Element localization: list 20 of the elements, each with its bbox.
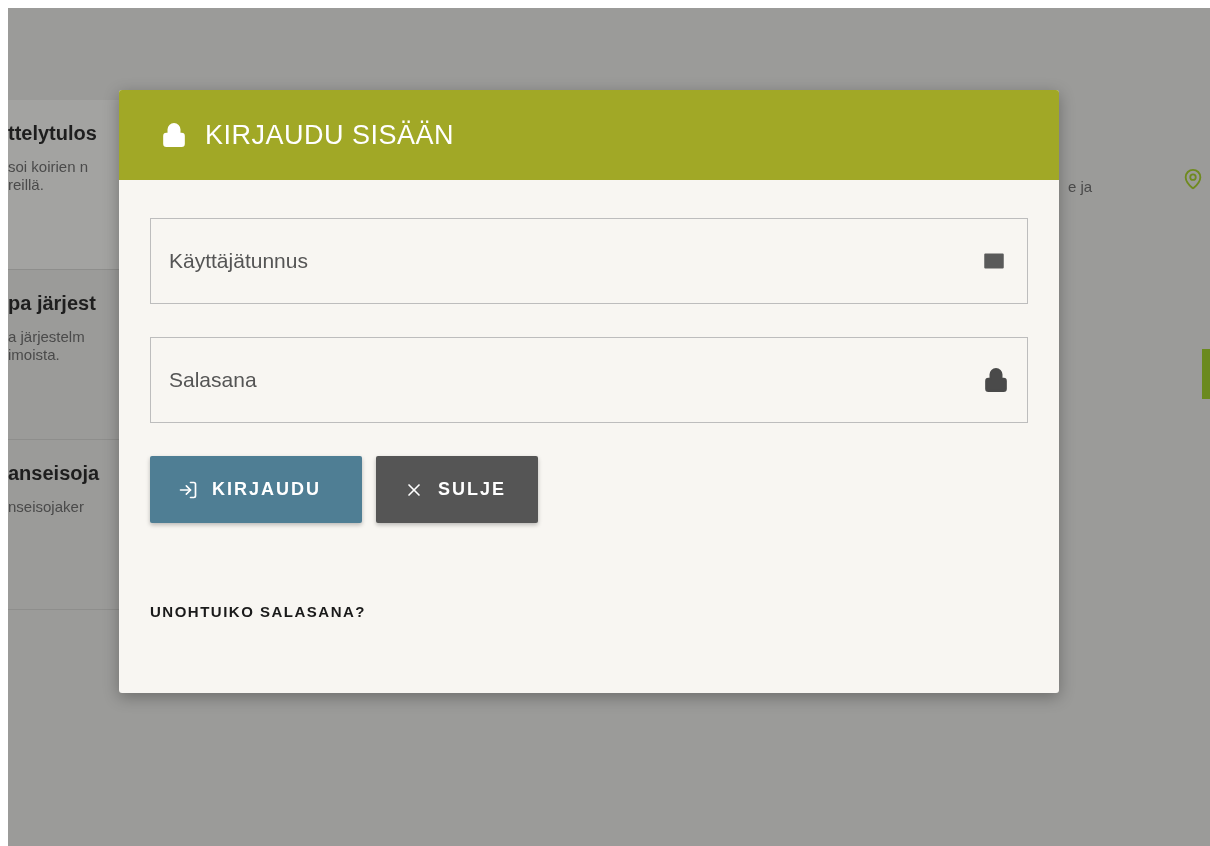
login-icon — [178, 479, 198, 500]
login-button[interactable]: KIRJAUDU — [150, 456, 362, 523]
section-text: nseisojaker — [8, 498, 85, 516]
username-field[interactable]: Käyttäjätunnus — [150, 218, 1028, 304]
section-text: a järjestelm — [8, 328, 86, 346]
section-title: ttelytulos — [8, 121, 98, 146]
dialog-title: KIRJAUDU SISÄÄN — [205, 118, 455, 152]
close-button[interactable]: SULJE — [376, 456, 538, 523]
forgot-password-link[interactable]: UNOHTUIKO SALASANA? — [150, 601, 366, 624]
map-pin-icon — [1182, 168, 1204, 190]
input: Käyttäjätunnus — [169, 245, 979, 277]
section-text: imoista. — [8, 346, 61, 364]
password-field[interactable]: Salasana — [150, 337, 1028, 423]
side-tab[interactable] — [1202, 348, 1210, 399]
section-text: soi koirien n — [8, 158, 90, 176]
section-title: anseisoja — [8, 461, 101, 486]
section-text: e ja — [1068, 177, 1093, 197]
input: Salasana — [169, 364, 983, 396]
section-text: reillä. — [8, 176, 45, 194]
section-title: pa järjest — [8, 291, 97, 316]
